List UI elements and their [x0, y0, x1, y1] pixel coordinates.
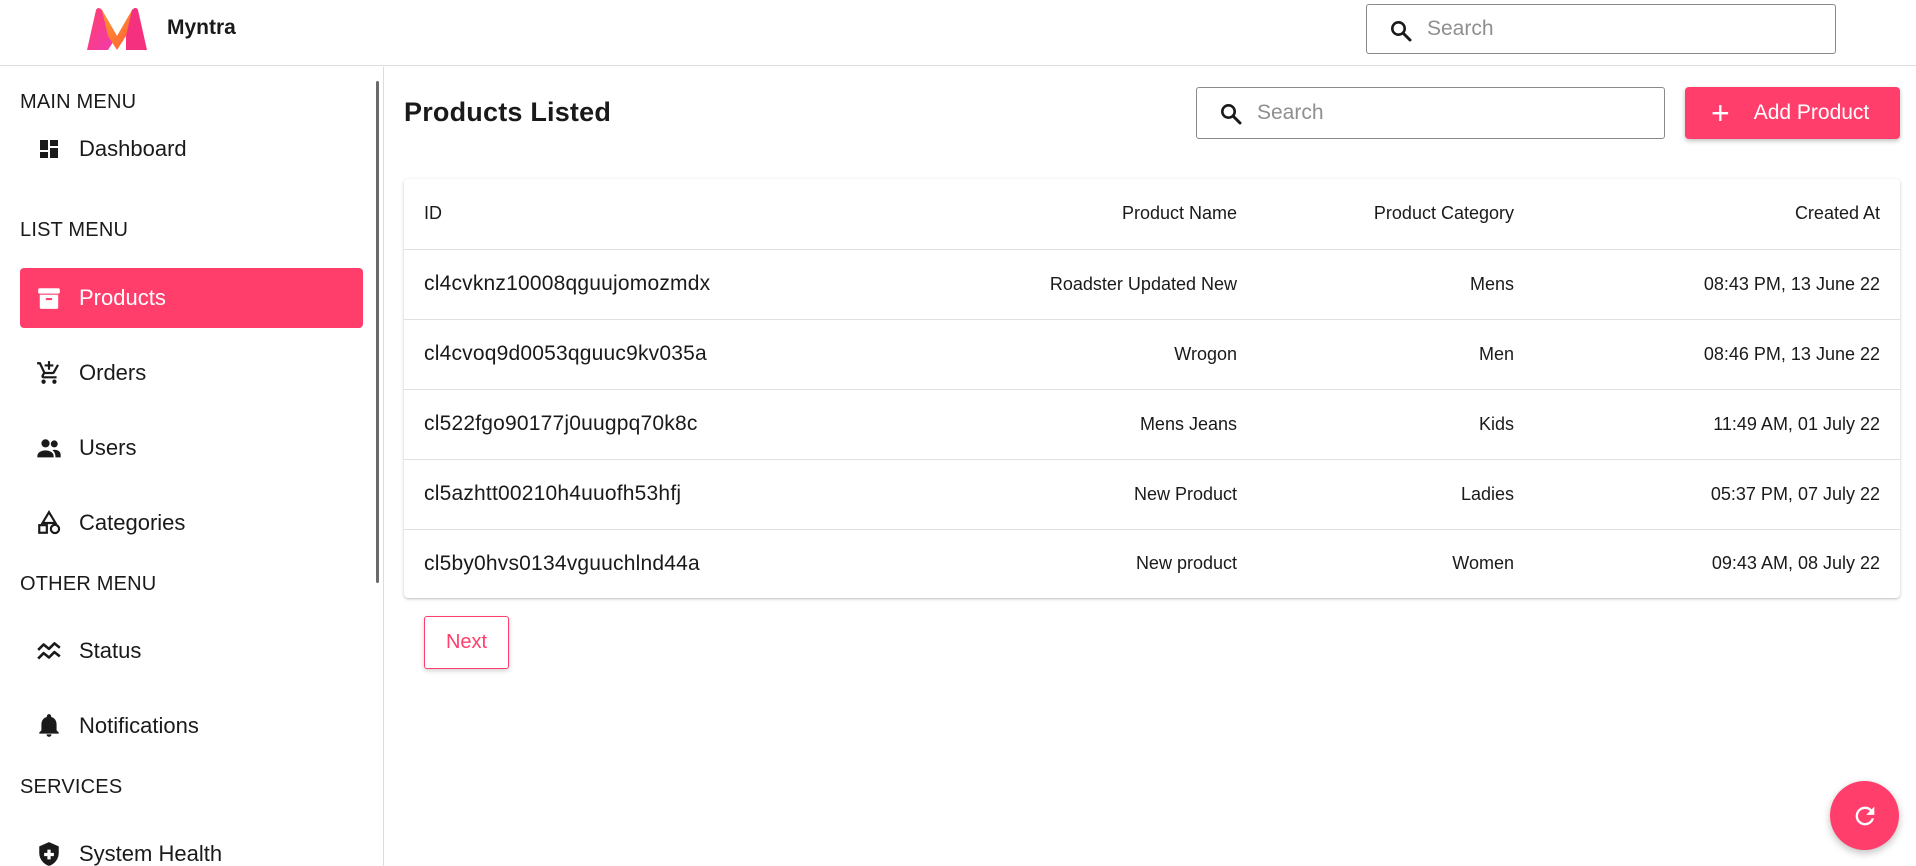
- myntra-logo[interactable]: [84, 6, 150, 52]
- sidebar-item-label: Orders: [79, 360, 147, 385]
- cell-id: cl522fgo90177j0uugpq70k8c: [404, 389, 944, 460]
- sidebar-item-products[interactable]: Products: [20, 268, 363, 328]
- sidebar-item-label: Users: [79, 435, 137, 460]
- add-product-button[interactable]: + Add Product: [1685, 87, 1900, 139]
- top-bar: Myntra: [0, 0, 1916, 66]
- sidebar-item-categories[interactable]: Categories: [20, 493, 363, 553]
- sidebar-item-label: Categories: [79, 510, 186, 535]
- sidebar-scrollbar[interactable]: [376, 81, 379, 583]
- sidebar-item-label: System Health: [79, 841, 223, 866]
- column-header-product-category[interactable]: Product Category: [1257, 179, 1534, 250]
- column-header-created-at[interactable]: Created At: [1534, 179, 1900, 250]
- search-icon: [1221, 104, 1242, 125]
- cell-product-category: Kids: [1257, 389, 1534, 460]
- cell-product-name: Mens Jeans: [944, 389, 1257, 460]
- health-shield-icon: [35, 840, 63, 866]
- next-page-button[interactable]: Next: [424, 616, 509, 669]
- cart-add-icon: [35, 359, 63, 387]
- cell-id: cl5azhtt00210h4uuofh53hfj: [404, 459, 944, 530]
- cell-product-category: Mens: [1257, 249, 1534, 320]
- column-header-id[interactable]: ID: [404, 179, 944, 250]
- page-title: Products Listed: [404, 97, 612, 127]
- table-header-row: ID Product Name Product Category Created…: [404, 179, 1900, 250]
- header-search-input[interactable]: [1427, 5, 1827, 53]
- sidebar-item-orders[interactable]: Orders: [20, 343, 363, 403]
- section-title-main-menu: MAIN MENU: [20, 91, 137, 113]
- cell-product-category: Men: [1257, 319, 1534, 390]
- table-row[interactable]: cl4cvoq9d0053qguuc9kv035a Wrogon Men 08:…: [404, 319, 1900, 390]
- people-icon: [35, 434, 63, 462]
- sidebar-item-notifications[interactable]: Notifications: [20, 696, 363, 756]
- status-wave-icon: [35, 637, 63, 665]
- cell-product-category: Women: [1452, 553, 1514, 574]
- sidebar-item-status[interactable]: Status: [20, 621, 363, 681]
- plus-icon: +: [1711, 95, 1730, 131]
- bell-icon: [35, 712, 63, 740]
- column-header-product-name[interactable]: Product Name: [944, 179, 1257, 250]
- cell-created-at: 08:46 PM, 13 June 22: [1534, 319, 1900, 390]
- archive-icon: [35, 284, 63, 312]
- add-product-label: Add Product: [1753, 101, 1870, 124]
- section-title-other-menu: OTHER MENU: [20, 573, 157, 595]
- cell-product-name: New product: [1135, 553, 1237, 574]
- header-search-box[interactable]: [1366, 4, 1836, 54]
- cell-created-at: 05:37 PM, 07 July 22: [1534, 459, 1900, 530]
- product-search-input[interactable]: [1257, 88, 1657, 138]
- cell-created-at: 08:43 PM, 13 June 22: [1534, 249, 1900, 320]
- cell-product-category: Ladies: [1257, 459, 1534, 530]
- products-table: ID Product Name Product Category Created…: [404, 179, 1900, 598]
- sidebar-item-label: Notifications: [79, 713, 199, 738]
- refresh-button[interactable]: [1830, 781, 1899, 850]
- sidebar-item-system-health[interactable]: System Health: [20, 824, 363, 866]
- table-row[interactable]: cl5azhtt00210h4uuofh53hfj New Product La…: [404, 459, 1900, 530]
- sidebar-item-dashboard[interactable]: Dashboard: [20, 119, 363, 179]
- brand-name: Myntra: [167, 16, 236, 39]
- cell-product-name: Roadster Updated New: [944, 249, 1257, 320]
- cell-product-name: New Product: [944, 459, 1257, 530]
- refresh-icon: [1855, 806, 1874, 825]
- sidebar-item-label: Products: [79, 285, 166, 310]
- product-search-box[interactable]: [1196, 87, 1665, 139]
- table-row[interactable]: cl4cvknz10008qguujomozmdx Roadster Updat…: [404, 249, 1900, 320]
- sidebar-item-label: Status: [79, 638, 142, 663]
- cell-product-name: Wrogon: [944, 319, 1257, 390]
- section-title-list-menu: LIST MENU: [20, 219, 129, 241]
- table-row[interactable]: cl522fgo90177j0uugpq70k8c Mens Jeans Kid…: [404, 389, 1900, 460]
- table-row[interactable]: cl5by0hvs0134vguuchlnd44a New product Wo…: [404, 529, 1900, 598]
- sidebar-item-label: Dashboard: [79, 136, 187, 161]
- dashboard-icon: [35, 135, 63, 163]
- category-shapes-icon: [35, 509, 63, 537]
- search-icon: [1391, 21, 1412, 42]
- cell-created-at: 11:49 AM, 01 July 22: [1534, 389, 1900, 460]
- sidebar: MAIN MENU Dashboard LIST MENU Products O…: [0, 67, 384, 866]
- sidebar-item-users[interactable]: Users: [20, 418, 363, 478]
- cell-created-at: 09:43 AM, 08 July 22: [1711, 553, 1880, 574]
- section-title-services: SERVICES: [20, 776, 123, 798]
- cell-id: cl4cvknz10008qguujomozmdx: [404, 249, 944, 320]
- cell-id: cl4cvoq9d0053qguuc9kv035a: [404, 319, 944, 390]
- cell-id: cl5by0hvs0134vguuchlnd44a: [424, 551, 700, 575]
